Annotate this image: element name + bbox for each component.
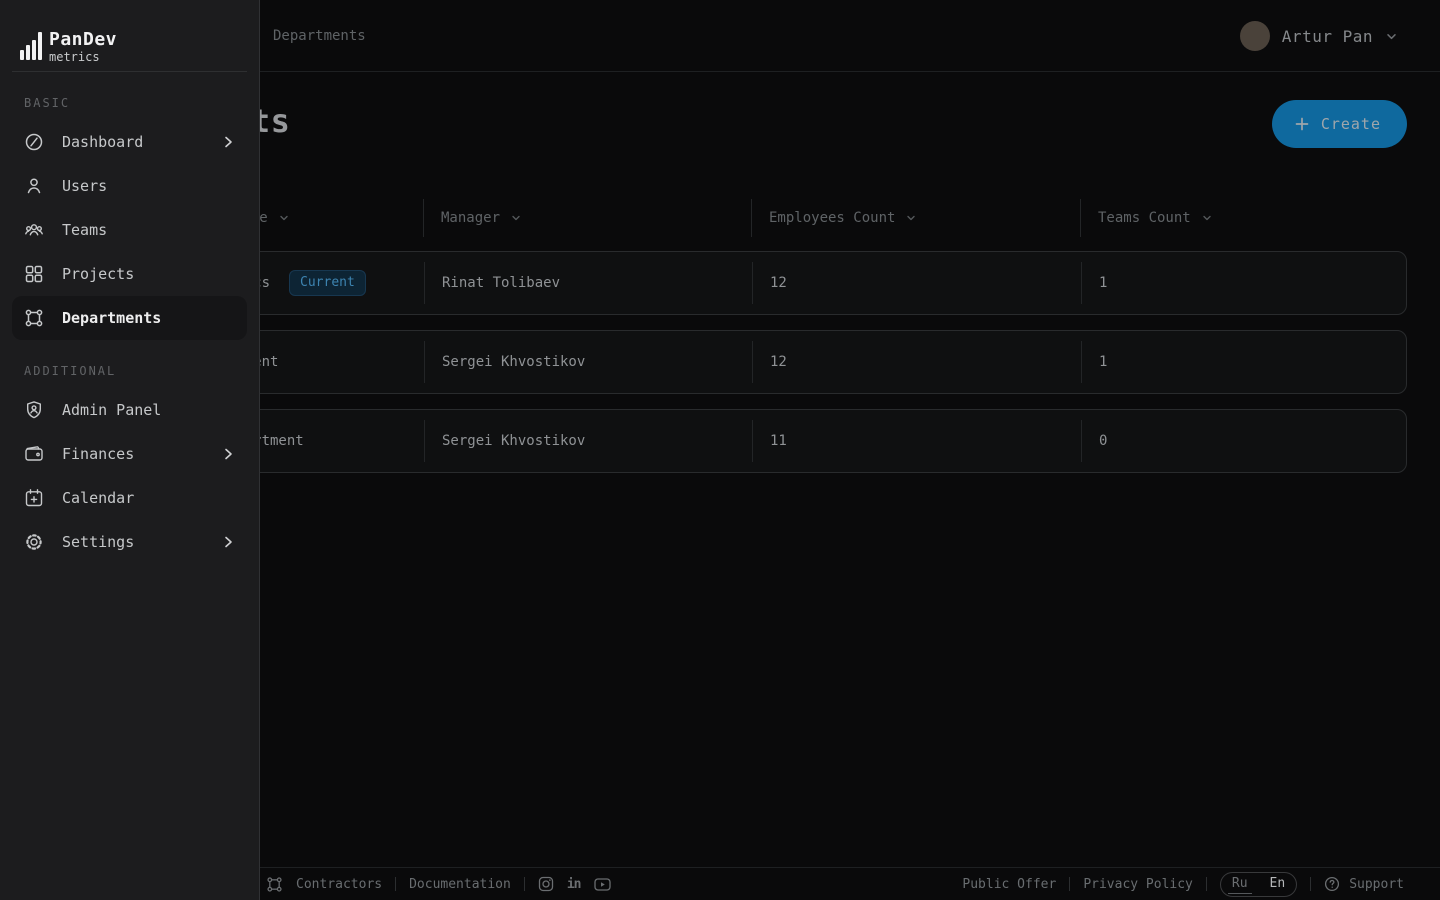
sidebar-item-projects[interactable]: Projects (12, 252, 247, 296)
sidebar-item-label: Settings (62, 533, 134, 551)
sidebar-item-users[interactable]: Users (12, 164, 247, 208)
support-link[interactable]: Support (1324, 876, 1404, 892)
divider (1206, 877, 1207, 891)
chevron-right-icon (221, 535, 235, 549)
plus-icon (1294, 116, 1310, 132)
sidebar-item-label: Admin Panel (62, 401, 161, 419)
avatar (1240, 21, 1270, 51)
sort-chevron-icon (278, 212, 290, 224)
column-label: Employees Count (769, 210, 895, 226)
divider (1310, 877, 1311, 891)
table-row[interactable]: Engineering Analytics Current Rinat Toli… (74, 251, 1407, 315)
logo: PanDev metrics (0, 0, 259, 71)
cell-manager: Sergei Khvostikov (424, 331, 752, 393)
footer-link-privacy-policy[interactable]: Privacy Policy (1083, 877, 1193, 892)
footer-link-contractors[interactable]: Contractors (296, 877, 382, 892)
section-label-additional: ADDITIONAL (24, 364, 235, 378)
chevron-right-icon (221, 135, 235, 149)
user-icon (24, 176, 44, 196)
cell-teams-count: 1 (1081, 331, 1406, 393)
section-label-basic: BASIC (24, 96, 235, 110)
sidebar-item-finances[interactable]: Finances (12, 432, 247, 476)
wallet-icon (24, 444, 44, 464)
shield-user-icon (24, 400, 44, 420)
column-header-employees-count[interactable]: Employees Count (751, 196, 1080, 240)
sidebar: PanDev metrics BASIC Dashboard Users Tea… (0, 0, 260, 900)
logo-title: PanDev (49, 31, 117, 49)
footer-link-public-offer[interactable]: Public Offer (962, 877, 1056, 892)
cell-employees-count: 12 (752, 331, 1081, 393)
divider (1069, 877, 1070, 891)
cell-employees-count: 11 (752, 410, 1081, 472)
sidebar-item-label: Calendar (62, 489, 134, 507)
departments-table: Name Manager Employees Count Teams Count (74, 196, 1407, 488)
sidebar-item-label: Finances (62, 445, 134, 463)
sidebar-item-departments[interactable]: Departments (12, 296, 247, 340)
sidebar-item-label: Users (62, 177, 107, 195)
column-label: Manager (441, 210, 500, 226)
logo-subtitle: metrics (49, 51, 117, 63)
table-row[interactable]: Research & Development Sergei Khvostikov… (74, 330, 1407, 394)
support-label: Support (1349, 877, 1404, 892)
sidebar-item-settings[interactable]: Settings (12, 520, 247, 564)
instagram-icon[interactable] (538, 876, 554, 892)
sort-chevron-icon (510, 212, 522, 224)
divider (12, 71, 247, 72)
footer-right: Public Offer Privacy Policy Ru En Suppor… (962, 872, 1404, 897)
sidebar-item-label: Teams (62, 221, 107, 239)
language-option-ru[interactable]: Ru (1221, 873, 1259, 895)
column-header-teams-count[interactable]: Teams Count (1080, 196, 1407, 240)
calendar-plus-icon (24, 488, 44, 508)
cell-employees-count: 12 (752, 252, 1081, 314)
gauge-icon (24, 132, 44, 152)
cell-teams-count: 1 (1081, 252, 1406, 314)
status-badge: Current (289, 270, 366, 296)
contractors-icon (266, 876, 283, 893)
breadcrumb[interactable]: Departments (246, 0, 366, 72)
sort-chevron-icon (1201, 212, 1213, 224)
create-button[interactable]: Create (1272, 100, 1407, 148)
user-menu[interactable]: Artur Pan (1240, 0, 1398, 72)
table-header: Name Manager Employees Count Teams Count (74, 196, 1407, 240)
divider (524, 877, 525, 891)
cell-manager: Rinat Tolibaev (424, 252, 752, 314)
chevron-right-icon (221, 447, 235, 461)
language-option-en[interactable]: En (1259, 873, 1297, 895)
table-row[interactable]: Administration Department Sergei Khvosti… (74, 409, 1407, 473)
divider (395, 877, 396, 891)
sidebar-item-teams[interactable]: Teams (12, 208, 247, 252)
sidebar-item-label: Dashboard (62, 133, 143, 151)
create-button-label: Create (1321, 115, 1381, 133)
sidebar-item-label: Departments (62, 309, 161, 327)
sort-chevron-icon (905, 212, 917, 224)
gear-icon (24, 532, 44, 552)
footer-link-documentation[interactable]: Documentation (409, 877, 511, 892)
sidebar-item-dashboard[interactable]: Dashboard (12, 120, 247, 164)
language-toggle[interactable]: Ru En (1220, 872, 1297, 897)
column-label: Teams Count (1098, 210, 1191, 226)
column-header-manager[interactable]: Manager (423, 196, 751, 240)
question-circle-icon (1324, 876, 1340, 892)
grid-icon (24, 264, 44, 284)
youtube-icon[interactable] (594, 877, 611, 892)
team-icon (24, 220, 44, 240)
chevron-down-icon (1385, 30, 1398, 43)
footer-left: Contractors Documentation in (266, 876, 611, 893)
user-name: Artur Pan (1282, 27, 1373, 46)
bar-chart-logo-icon (20, 32, 42, 60)
sidebar-item-label: Projects (62, 265, 134, 283)
sidebar-item-admin-panel[interactable]: Admin Panel (12, 388, 247, 432)
cell-manager: Sergei Khvostikov (424, 410, 752, 472)
breadcrumb-label[interactable]: Departments (273, 28, 366, 44)
nodes-icon (24, 308, 44, 328)
linkedin-icon[interactable]: in (567, 877, 581, 892)
cell-teams-count: 0 (1081, 410, 1406, 472)
sidebar-item-calendar[interactable]: Calendar (12, 476, 247, 520)
